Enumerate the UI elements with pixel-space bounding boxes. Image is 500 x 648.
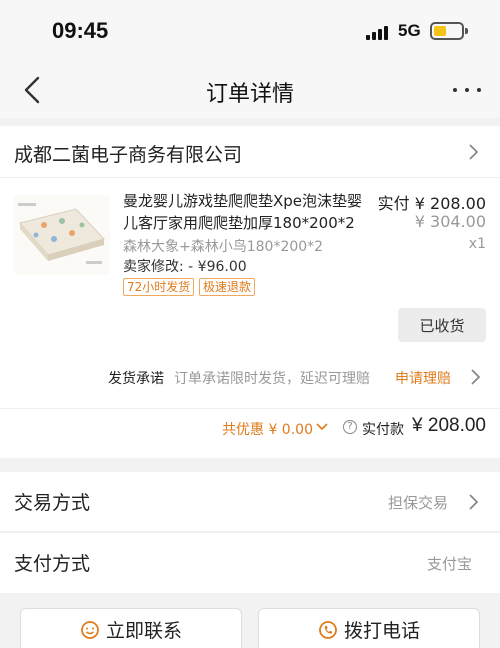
payment-method-row: 支付方式 支付宝	[0, 533, 500, 593]
chevron-right-icon	[469, 144, 479, 160]
help-icon[interactable]: ?	[343, 420, 357, 434]
shipping-promise-row[interactable]: 发货承诺 订单承诺限时发货，延迟可理赔 申请理赔	[0, 358, 500, 396]
quantity: x1	[468, 236, 486, 252]
status-time: 09:45	[52, 18, 109, 43]
contact-label: 立即联系	[105, 620, 182, 642]
battery-icon	[430, 22, 468, 40]
phone-icon	[319, 621, 337, 639]
shop-row[interactable]: 成都二菌电子商务有限公司	[0, 126, 500, 178]
discount-total[interactable]: 共优惠 ¥ 0.00	[222, 419, 313, 439]
chat-smile-icon	[81, 621, 99, 639]
nav-bar: 订单详情	[0, 62, 500, 118]
paid-label: 实付款	[362, 422, 404, 438]
tag-shipping: 72小时发货	[123, 278, 195, 296]
price-paid: 实付 ¥ 208.00	[377, 194, 486, 213]
chevron-right-icon	[471, 369, 481, 385]
call-label: 拨打电话	[343, 620, 420, 642]
signal-icon	[366, 24, 390, 40]
bottom-actions: 立即联系 拨打电话	[0, 594, 500, 648]
payment-method-label: 支付方式	[14, 553, 91, 575]
price-original: ¥ 304.00	[414, 212, 486, 231]
contact-button[interactable]: 立即联系	[20, 608, 242, 648]
trade-method-label: 交易方式	[14, 492, 91, 514]
product-image[interactable]	[14, 195, 110, 275]
seller-price-change: 卖家修改: - ¥96.00	[123, 259, 247, 275]
payment-method-value: 支付宝	[426, 555, 472, 573]
promise-label: 发货承诺	[108, 371, 164, 387]
claim-link[interactable]: 申请理赔	[395, 368, 451, 388]
page-title: 订单详情	[205, 82, 294, 107]
shop-name: 成都二菌电子商务有限公司	[14, 144, 243, 166]
product-spec: 森林大象+森林小鸟180*200*2	[123, 239, 324, 255]
trade-method-row[interactable]: 交易方式 担保交易	[0, 472, 500, 532]
status-bar: 09:45 5G	[0, 0, 500, 62]
chevron-down-icon[interactable]	[316, 422, 328, 432]
network-label: 5G	[398, 21, 421, 40]
call-button[interactable]: 拨打电话	[258, 608, 480, 648]
promise-text: 订单承诺限时发货，延迟可理赔	[174, 371, 370, 387]
more-icon[interactable]	[452, 80, 482, 100]
paid-amount: ¥ 208.00	[412, 415, 486, 436]
received-button[interactable]: 已收货	[398, 308, 486, 342]
total-row: 共优惠 ¥ 0.00 ? 实付款 ¥ 208.00	[0, 408, 500, 444]
product-title[interactable]: 曼龙婴儿游戏垫爬爬垫Xpe泡沫垫婴儿客厅家用爬爬垫加厚180*200*2	[123, 190, 373, 234]
trade-method-value: 担保交易	[387, 494, 448, 512]
tag-refund: 极速退款	[199, 278, 256, 296]
chevron-right-icon	[469, 494, 479, 510]
